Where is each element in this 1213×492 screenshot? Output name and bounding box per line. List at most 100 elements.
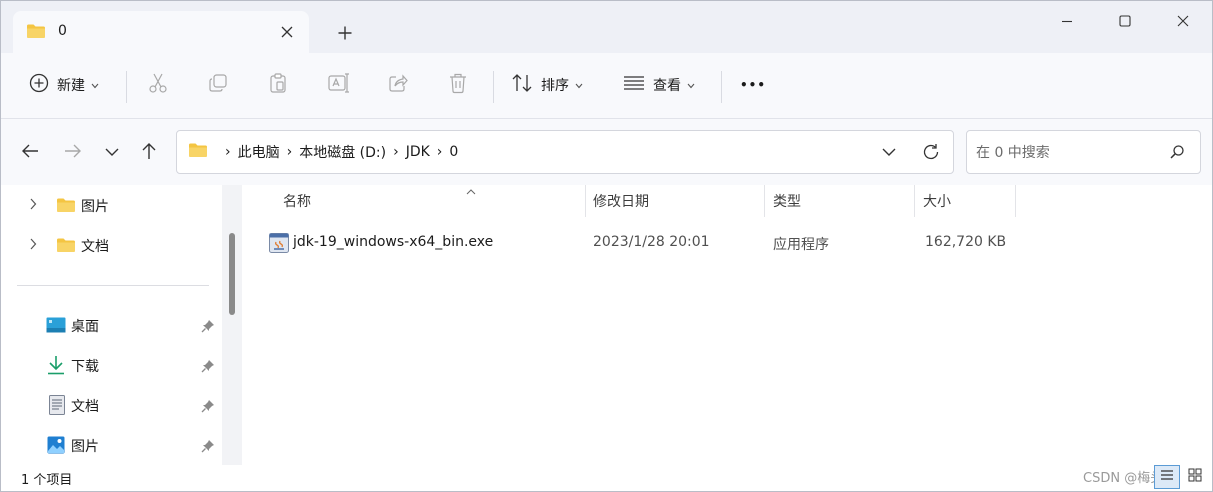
sidebar-item-documents[interactable]: 文档	[1, 389, 223, 421]
paste-icon	[268, 72, 288, 98]
delete-button[interactable]	[448, 67, 468, 103]
chevron-down-icon	[575, 77, 583, 93]
column-header-name[interactable]: 名称	[283, 185, 583, 217]
cut-button[interactable]	[148, 67, 168, 103]
sidebar-item-label: 下载	[71, 359, 99, 375]
view-list-icon	[623, 74, 645, 96]
tiles-view-icon	[1188, 468, 1202, 486]
rename-button[interactable]	[328, 67, 350, 103]
sort-ascending-icon	[466, 183, 476, 199]
file-name[interactable]: jdk-19_windows-x64_bin.exe	[293, 234, 493, 250]
sort-label: 排序	[541, 78, 569, 94]
toolbar-divider	[126, 71, 127, 103]
close-window-button[interactable]	[1163, 7, 1203, 35]
pin-icon[interactable]	[201, 359, 215, 377]
chevron-right-icon[interactable]	[29, 198, 37, 214]
view-label: 查看	[653, 78, 681, 94]
new-tab-button[interactable]	[331, 19, 359, 47]
breadcrumb-this-pc[interactable]: 此电脑	[238, 142, 280, 162]
search-box[interactable]	[966, 130, 1201, 174]
search-icon[interactable]	[1169, 144, 1185, 164]
view-button[interactable]: 查看	[623, 67, 695, 103]
recent-locations-button[interactable]	[98, 139, 126, 167]
folder-icon	[56, 237, 76, 257]
search-input[interactable]	[976, 142, 1156, 164]
more-options-button[interactable]: •••	[740, 67, 766, 103]
navigation-pane: 图片 文档 桌面 下载 文档 图片	[1, 185, 223, 465]
chevron-down-icon	[91, 77, 99, 93]
column-divider[interactable]	[585, 185, 586, 217]
forward-button[interactable]	[59, 139, 87, 167]
folder-icon	[56, 197, 76, 217]
column-divider[interactable]	[914, 185, 915, 217]
sidebar-scrollbar-thumb[interactable]	[229, 233, 235, 315]
sidebar-scrollbar-track[interactable]	[222, 185, 242, 465]
breadcrumb-jdk[interactable]: JDK	[406, 144, 430, 160]
tab-current[interactable]: 0	[13, 11, 309, 53]
column-divider[interactable]	[764, 185, 765, 217]
item-count: 1 个项目	[21, 473, 73, 488]
breadcrumb-separator: ›	[225, 144, 231, 160]
refresh-icon[interactable]	[919, 140, 943, 164]
share-button[interactable]	[388, 67, 408, 103]
sort-icon	[511, 73, 533, 97]
cut-icon	[148, 72, 168, 98]
new-button[interactable]: 新建	[29, 67, 99, 103]
pin-icon[interactable]	[201, 439, 215, 457]
add-circle-icon	[29, 73, 49, 97]
arrow-left-icon	[21, 143, 39, 163]
chevron-down-icon	[687, 77, 695, 93]
status-bar: 1 个项目 CSDN @梅头脑	[1, 465, 1212, 491]
close-tab-icon[interactable]	[275, 20, 299, 44]
sort-button[interactable]: 排序	[511, 67, 583, 103]
copy-button[interactable]	[208, 67, 228, 103]
tiles-view-button[interactable]	[1182, 465, 1208, 489]
breadcrumb-separator: ›	[286, 144, 293, 160]
sidebar-item-pictures-folder[interactable]: 图片	[1, 189, 223, 221]
file-type: 应用程序	[773, 237, 829, 253]
sidebar-item-label: 文档	[81, 239, 109, 255]
details-view-icon	[1160, 469, 1174, 485]
chevron-down-icon	[105, 145, 119, 161]
folder-icon	[188, 142, 208, 162]
sidebar-item-downloads[interactable]: 下载	[1, 349, 223, 381]
column-header-type[interactable]: 类型	[773, 185, 913, 217]
command-bar: 新建 排序 查看 •••	[1, 53, 1212, 119]
sidebar-divider	[17, 285, 209, 286]
tab-title: 0	[58, 23, 67, 39]
sidebar-item-label: 图片	[81, 199, 109, 215]
column-header-label: 类型	[773, 194, 801, 210]
maximize-button[interactable]	[1105, 7, 1145, 35]
arrow-right-icon	[64, 143, 82, 163]
file-list: 名称 修改日期 类型 大小 jdk-19_windows-x64_bin.exe…	[242, 185, 1212, 465]
details-view-button[interactable]	[1154, 465, 1180, 489]
paste-button[interactable]	[268, 67, 288, 103]
sidebar-item-desktop[interactable]: 桌面	[1, 309, 223, 341]
document-icon	[49, 395, 65, 419]
back-button[interactable]	[16, 139, 44, 167]
column-header-label: 大小	[923, 194, 951, 210]
navigation-bar: › 此电脑 › 本地磁盘 (D:) › JDK › 0	[1, 119, 1212, 185]
main-content: 图片 文档 桌面 下载 文档 图片 名称 修改日期 类型 大小 jdk-19_w…	[1, 185, 1212, 465]
pin-icon[interactable]	[201, 399, 215, 417]
desktop-icon	[46, 317, 66, 337]
file-size: 162,720 KB	[925, 234, 1007, 250]
toolbar-divider	[721, 71, 722, 103]
up-button[interactable]	[135, 139, 163, 167]
address-bar[interactable]: › 此电脑 › 本地磁盘 (D:) › JDK › 0	[176, 130, 954, 174]
sidebar-item-pictures[interactable]: 图片	[1, 429, 223, 461]
column-divider[interactable]	[1015, 185, 1016, 217]
toolbar-divider	[493, 71, 494, 103]
column-header-modified[interactable]: 修改日期	[593, 185, 763, 217]
address-history-button[interactable]	[877, 140, 901, 164]
table-row[interactable]: jdk-19_windows-x64_bin.exe 2023/1/28 20:…	[264, 227, 1024, 259]
breadcrumb-local-disk[interactable]: 本地磁盘 (D:)	[299, 142, 386, 162]
pictures-icon	[47, 436, 65, 458]
chevron-right-icon[interactable]	[29, 238, 37, 254]
breadcrumb-current[interactable]: 0	[449, 144, 458, 160]
sidebar-item-label: 图片	[71, 439, 99, 455]
sidebar-item-documents-folder[interactable]: 文档	[1, 229, 223, 261]
pin-icon[interactable]	[201, 319, 215, 337]
column-header-size[interactable]: 大小	[923, 185, 1013, 217]
minimize-button[interactable]	[1047, 7, 1087, 35]
